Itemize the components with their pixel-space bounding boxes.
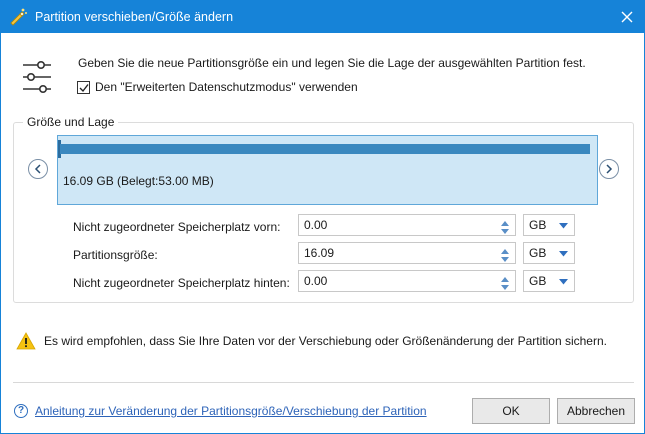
window-title: Partition verschieben/Größe ändern (35, 10, 234, 24)
partition-size-input[interactable]: 16.09 (298, 242, 516, 264)
partition-size-value[interactable]: 16.09 (304, 246, 334, 260)
unallocated-after-spinner[interactable] (500, 272, 514, 290)
unallocated-before-label: Nicht zugeordneter Speicherplatz vorn: (73, 220, 281, 234)
ok-button[interactable]: OK (472, 398, 550, 424)
title-bar[interactable]: Partition verschieben/Größe ändern (1, 1, 644, 33)
move-right-button[interactable] (599, 159, 619, 179)
cancel-button[interactable]: Abbrechen (557, 398, 635, 424)
help-icon[interactable]: ? (14, 404, 28, 418)
partition-bar[interactable]: 16.09 GB (Belegt:53.00 MB) (57, 135, 598, 205)
chevron-right-icon (606, 164, 613, 174)
instruction-text: Geben Sie die neue Partitionsgröße ein u… (78, 56, 586, 70)
checkbox-box[interactable] (77, 80, 90, 94)
close-icon (621, 11, 633, 23)
checkbox-label: Den "Erweiterten Datenschutzmodus" verwe… (95, 80, 358, 94)
spin-down-icon[interactable] (500, 281, 514, 290)
partition-info: 16.09 GB (Belegt:53.00 MB) (63, 174, 214, 188)
unallocated-before-unit-select[interactable]: GB (523, 214, 575, 236)
app-wand-icon (10, 8, 27, 26)
unit-value: GB (529, 274, 547, 288)
partition-size-unit-select[interactable]: GB (523, 242, 575, 264)
partition-size-spinner[interactable] (500, 244, 514, 262)
used-space-bar (60, 144, 590, 154)
sliders-icon (23, 60, 51, 93)
spin-up-icon[interactable] (500, 244, 514, 254)
unallocated-after-input[interactable]: 0.00 (298, 270, 516, 292)
dropdown-arrow-icon (559, 251, 568, 257)
warning-triangle-icon (16, 332, 36, 350)
dropdown-arrow-icon (559, 279, 568, 285)
unallocated-before-input[interactable]: 0.00 (298, 214, 516, 236)
checkmark-icon (79, 83, 89, 92)
spin-up-icon[interactable] (500, 272, 514, 282)
unit-value: GB (529, 246, 547, 260)
spin-up-icon[interactable] (500, 216, 514, 226)
unallocated-after-label: Nicht zugeordneter Speicherplatz hinten: (73, 276, 290, 290)
partition-size-label: Partitionsgröße: (73, 248, 158, 262)
help-link[interactable]: Anleitung zur Veränderung der Partitions… (35, 404, 427, 418)
close-button[interactable] (610, 1, 644, 33)
spin-down-icon[interactable] (500, 253, 514, 262)
footer-divider (13, 382, 634, 383)
unallocated-after-unit-select[interactable]: GB (523, 270, 575, 292)
unallocated-before-value[interactable]: 0.00 (304, 218, 327, 232)
unallocated-after-value[interactable]: 0.00 (304, 274, 327, 288)
move-left-button[interactable] (28, 159, 48, 179)
dropdown-arrow-icon (559, 223, 568, 229)
dialog-window: Partition verschieben/Größe ändern Geben… (0, 0, 645, 434)
group-label: Größe und Lage (23, 115, 119, 129)
spin-down-icon[interactable] (500, 225, 514, 234)
chevron-left-icon (34, 164, 41, 174)
unallocated-before-spinner[interactable] (500, 216, 514, 234)
advanced-protection-checkbox[interactable]: Den "Erweiterten Datenschutzmodus" verwe… (77, 80, 358, 94)
warning-text: Es wird empfohlen, dass Sie Ihre Daten v… (44, 334, 607, 348)
unit-value: GB (529, 218, 547, 232)
